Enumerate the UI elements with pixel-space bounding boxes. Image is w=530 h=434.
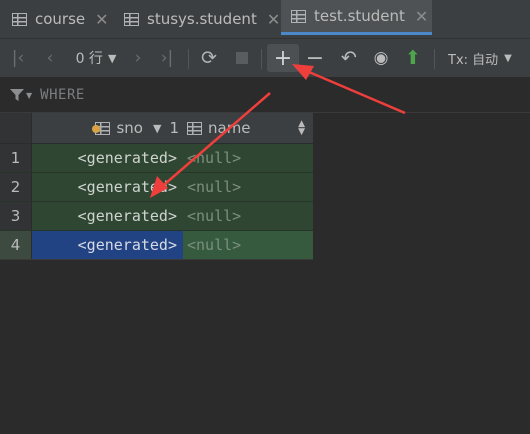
arrow-to-new-row <box>150 92 271 198</box>
arrow-to-add-button <box>292 64 406 115</box>
annotation-arrows <box>150 64 406 198</box>
